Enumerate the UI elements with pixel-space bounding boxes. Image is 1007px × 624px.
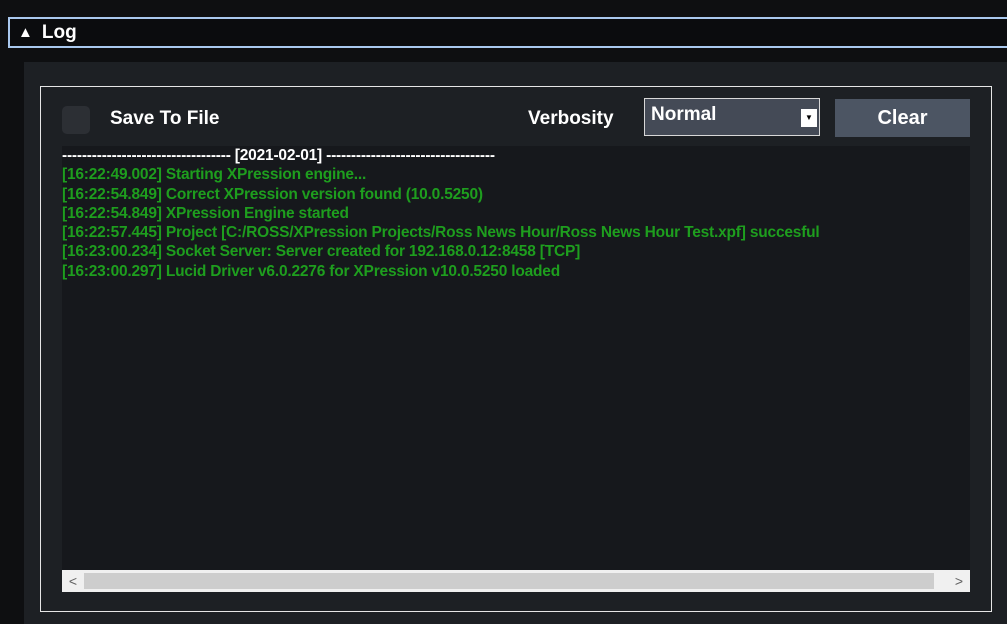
log-date-line: ---------------------------------- [2021… [62, 147, 495, 164]
clear-button[interactable]: Clear [835, 99, 970, 137]
scrollbar-thumb[interactable] [84, 573, 934, 589]
verbosity-label: Verbosity [528, 108, 614, 129]
log-entry: [16:23:00.297] Lucid Driver v6.0.2276 fo… [62, 262, 560, 280]
log-entry: [16:22:54.849] Correct XPression version… [62, 185, 483, 203]
log-entry: [16:22:54.849] XPression Engine started [62, 204, 349, 222]
log-entry: [16:22:49.002] Starting XPression engine… [62, 166, 367, 184]
log-entry: [16:23:00.234] Socket Server: Server cre… [62, 243, 581, 261]
section-title: Log [41, 22, 77, 43]
horizontal-scrollbar[interactable]: < > [62, 570, 970, 592]
log-section-header[interactable]: ▲ Log [8, 17, 1007, 48]
save-to-file-label[interactable]: Save To File [110, 106, 219, 132]
scroll-right-icon[interactable]: > [950, 570, 968, 592]
collapse-triangle-icon[interactable]: ▲ [18, 19, 33, 46]
verbosity-select[interactable]: Normal ▼ [644, 98, 820, 136]
dropdown-arrow-icon[interactable]: ▼ [801, 109, 817, 127]
save-to-file-checkbox[interactable] [62, 106, 90, 134]
scroll-left-icon[interactable]: < [64, 570, 82, 592]
log-entry: [16:22:57.445] Project [C:/ROSS/XPressio… [62, 224, 820, 242]
verbosity-selected-value: Normal [651, 104, 717, 125]
log-output[interactable]: ---------------------------------- [2021… [62, 146, 970, 570]
